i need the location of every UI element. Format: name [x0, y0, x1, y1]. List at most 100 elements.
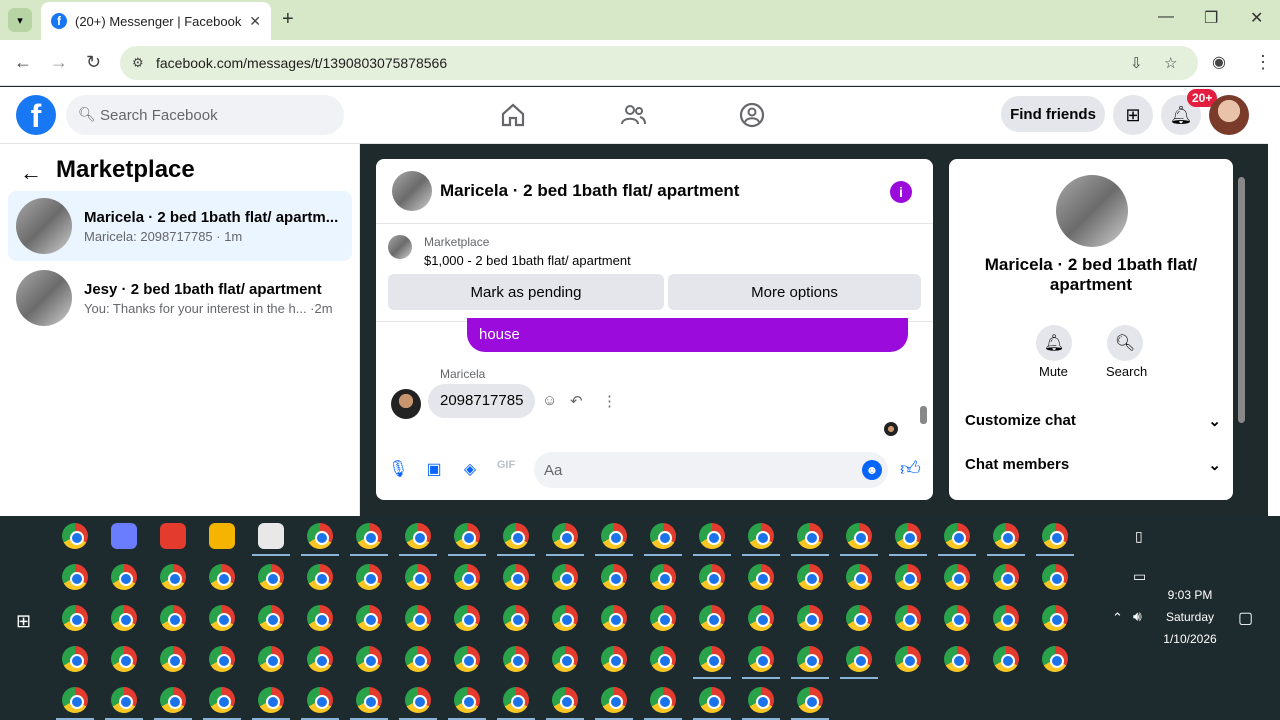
info-icon[interactable]: i	[890, 181, 912, 203]
taskbar-app-icon[interactable]	[405, 605, 431, 631]
taskbar-app-icon[interactable]	[748, 646, 774, 672]
taskbar-app-icon[interactable]	[699, 687, 725, 713]
taskbar-app-icon[interactable]	[552, 605, 578, 631]
taskbar-app-icon[interactable]	[699, 646, 725, 672]
taskbar-app-icon[interactable]	[160, 646, 186, 672]
taskbar-app-icon[interactable]	[552, 646, 578, 672]
taskbar-app-icon[interactable]	[111, 646, 137, 672]
site-info-icon[interactable]: ⚙	[132, 55, 144, 71]
taskbar-app-icon[interactable]	[1042, 646, 1068, 672]
taskbar-app-icon[interactable]	[454, 523, 480, 549]
microphone-icon[interactable]: 🎙︎	[388, 459, 408, 479]
taskbar-app-icon[interactable]	[209, 605, 235, 631]
taskbar-app-icon[interactable]	[160, 564, 186, 590]
emoji-icon[interactable]: ☻	[862, 460, 882, 480]
taskbar-app-icon[interactable]	[503, 605, 529, 631]
taskbar-app-icon[interactable]	[944, 523, 970, 549]
taskbar-app-icon[interactable]	[258, 646, 284, 672]
minimize-icon[interactable]: —	[1158, 8, 1174, 26]
more-actions-icon[interactable]: ⋮	[602, 392, 617, 410]
taskbar-app-icon[interactable]	[111, 523, 137, 549]
close-window-icon[interactable]: ✕	[1250, 8, 1263, 28]
taskbar-app-icon[interactable]	[650, 523, 676, 549]
taskbar-app-icon[interactable]	[895, 523, 921, 549]
taskbar-app-icon[interactable]	[846, 605, 872, 631]
taskbar-app-icon[interactable]	[895, 564, 921, 590]
chevron-up-icon[interactable]: ⌃	[1112, 610, 1123, 626]
taskbar-app-icon[interactable]	[846, 646, 872, 672]
thread-maricela[interactable]: Maricela · 2 bed 1bath flat/ apartm... M…	[8, 191, 352, 261]
notification-center-icon[interactable]: ▢	[1238, 608, 1253, 628]
clock-day[interactable]: Saturday	[1160, 610, 1220, 624]
groups-icon[interactable]	[738, 101, 766, 129]
taskbar-app-icon[interactable]	[209, 523, 235, 549]
taskbar-app-icon[interactable]	[993, 646, 1019, 672]
back-arrow-icon[interactable]: ←	[20, 160, 42, 186]
taskbar-app-icon[interactable]	[797, 564, 823, 590]
taskbar-app-icon[interactable]	[797, 605, 823, 631]
address-bar[interactable]: ⚙ facebook.com/messages/t/13908030758785…	[120, 46, 1198, 80]
taskbar-app-icon[interactable]	[62, 605, 88, 631]
taskbar-app-icon[interactable]	[1042, 605, 1068, 631]
restore-icon[interactable]: ❐	[1204, 8, 1218, 28]
tab-search-dropdown-icon[interactable]: ▾	[8, 8, 32, 32]
react-icon[interactable]: ☺	[542, 392, 557, 409]
taskbar-app-icon[interactable]	[111, 687, 137, 713]
taskbar-app-icon[interactable]	[209, 687, 235, 713]
phone-link-icon[interactable]: ▯	[1135, 528, 1143, 545]
message-input[interactable]: Aa	[534, 452, 888, 488]
taskbar-app-icon[interactable]	[62, 646, 88, 672]
search-input[interactable]: 🔍︎ Search Facebook	[66, 95, 344, 135]
taskbar-app-icon[interactable]	[650, 605, 676, 631]
message-list[interactable]: house Maricela 2098717785 ☺ ↶ ⋮	[376, 318, 933, 439]
taskbar-app-icon[interactable]	[454, 605, 480, 631]
taskbar-app-icon[interactable]	[797, 687, 823, 713]
taskbar-app-icon[interactable]	[846, 564, 872, 590]
taskbar-app-icon[interactable]	[993, 523, 1019, 549]
taskbar-app-icon[interactable]	[160, 523, 186, 549]
taskbar-app-icon[interactable]	[601, 523, 627, 549]
message-scrollbar[interactable]	[920, 406, 927, 424]
taskbar-app-icon[interactable]	[552, 523, 578, 549]
taskbar-app-icon[interactable]	[356, 646, 382, 672]
menu-grid-icon[interactable]: ⊞	[1113, 95, 1153, 135]
taskbar-app-icon[interactable]	[405, 523, 431, 549]
clock-time[interactable]: 9:03 PM	[1160, 588, 1220, 602]
back-icon[interactable]: ←	[14, 52, 32, 73]
taskbar-app-icon[interactable]	[454, 687, 480, 713]
taskbar-app-icon[interactable]	[258, 687, 284, 713]
home-icon[interactable]	[499, 101, 527, 129]
taskbar-app-icon[interactable]	[650, 646, 676, 672]
listing-thumbnail[interactable]	[392, 171, 432, 211]
browser-tab-messenger[interactable]: f (20+) Messenger | Facebook ✕	[41, 2, 271, 40]
volume-icon[interactable]: 🔊︎	[1133, 608, 1142, 625]
taskbar-app-icon[interactable]	[307, 646, 333, 672]
taskbar-app-icon[interactable]	[503, 646, 529, 672]
taskbar-app-icon[interactable]	[797, 646, 823, 672]
taskbar-app-icon[interactable]	[748, 523, 774, 549]
taskbar-app-icon[interactable]	[209, 564, 235, 590]
taskbar-app-icon[interactable]	[1042, 523, 1068, 549]
thread-jesy[interactable]: Jesy · 2 bed 1bath flat/ apartment You: …	[8, 263, 352, 333]
listing-price-title[interactable]: $1,000 - 2 bed 1bath flat/ apartment	[424, 253, 631, 268]
taskbar-app-icon[interactable]	[62, 523, 88, 549]
taskbar-app-icon[interactable]	[993, 605, 1019, 631]
taskbar-app-icon[interactable]	[601, 646, 627, 672]
taskbar-app-icon[interactable]	[552, 564, 578, 590]
taskbar-app-icon[interactable]	[650, 564, 676, 590]
friends-icon[interactable]	[619, 101, 647, 129]
taskbar-app-icon[interactable]	[356, 605, 382, 631]
more-options-button[interactable]: More options	[668, 274, 921, 310]
taskbar-app-icon[interactable]	[503, 687, 529, 713]
taskbar-app-icon[interactable]	[1042, 564, 1068, 590]
bookmark-star-icon[interactable]: ☆	[1164, 54, 1177, 72]
install-app-icon[interactable]: ⇩	[1130, 54, 1143, 72]
taskbar-app-icon[interactable]	[503, 564, 529, 590]
taskbar-app-icon[interactable]	[699, 564, 725, 590]
taskbar-app-icon[interactable]	[356, 687, 382, 713]
taskbar-app-icon[interactable]	[111, 605, 137, 631]
taskbar-app-icon[interactable]	[258, 523, 284, 549]
taskbar-app-icon[interactable]	[944, 646, 970, 672]
taskbar-app-icon[interactable]	[307, 605, 333, 631]
gif-icon[interactable]: GIF	[496, 459, 516, 479]
